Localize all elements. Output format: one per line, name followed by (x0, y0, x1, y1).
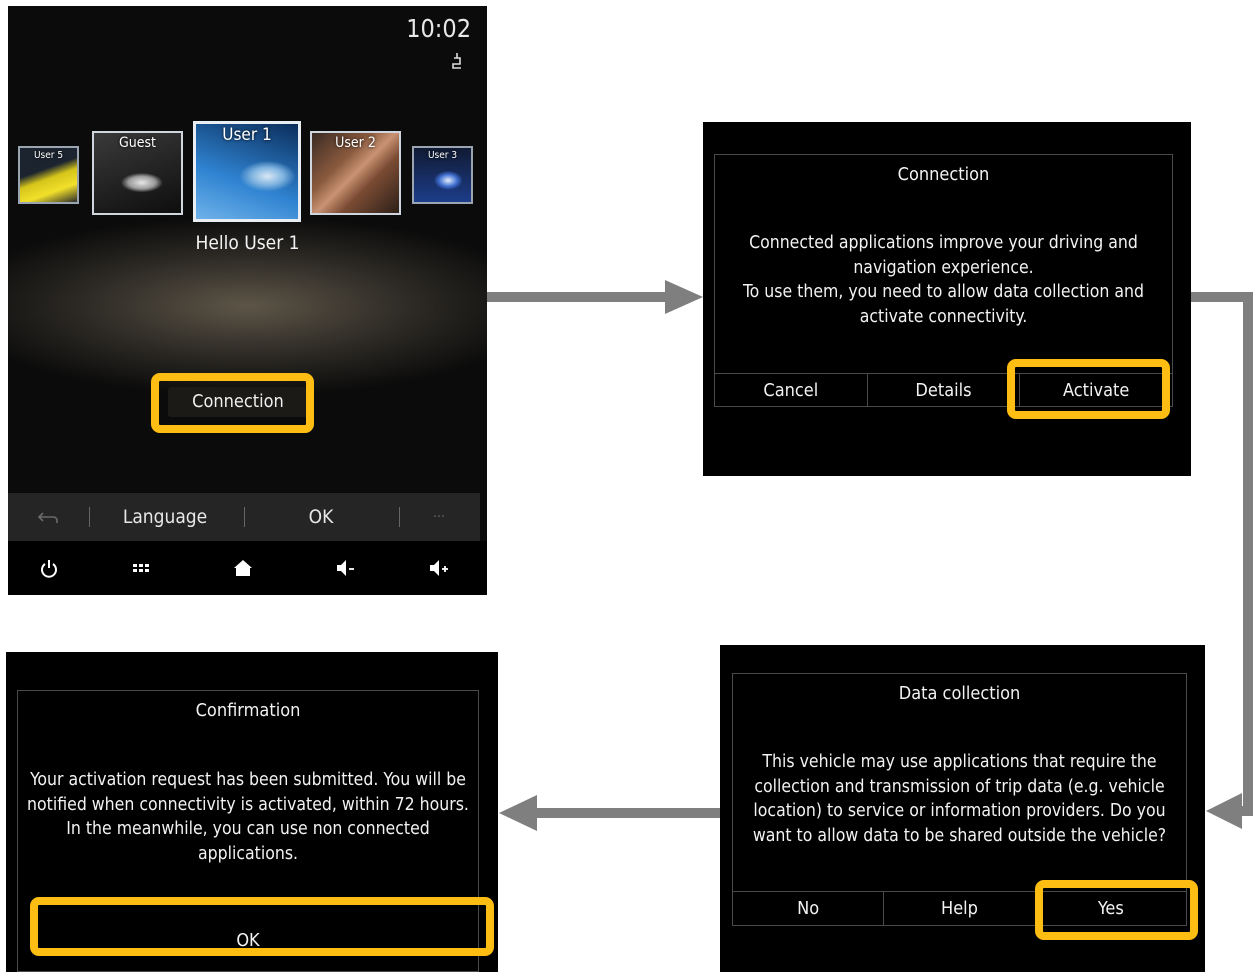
arrow-head (665, 280, 703, 314)
dialog-title: Data collection (898, 683, 1021, 704)
volume-down-icon[interactable] (331, 555, 361, 581)
more-options-icon[interactable]: ··· (408, 493, 470, 541)
home-screen: 10:02 User 5 Guest User 1 User 2 User 3 … (8, 6, 487, 595)
profile-card-user3[interactable]: User 3 (412, 146, 473, 204)
arrow-shaft (1238, 806, 1253, 816)
profile-card-user2[interactable]: User 2 (310, 131, 401, 215)
profile-card-guest[interactable]: Guest (92, 131, 183, 215)
details-button[interactable]: Details (868, 374, 1021, 407)
arrow-head (499, 795, 537, 831)
seat-icon (451, 52, 463, 74)
arrow-shaft (532, 808, 720, 818)
clock: 10:02 (406, 14, 471, 43)
highlight-frame (1035, 880, 1198, 940)
greeting: Hello User 1 (195, 232, 300, 254)
highlight-frame (1007, 359, 1170, 419)
profile-card-user1[interactable]: User 1 (193, 121, 301, 222)
data-collection-screen: Data collection This vehicle may use app… (720, 645, 1205, 972)
confirmation-screen: Confirmation Your activation request has… (6, 652, 498, 972)
arrow-shaft (1191, 292, 1253, 302)
grid-menu-icon[interactable] (126, 555, 156, 581)
arrow-shaft (1243, 292, 1253, 816)
highlight-frame (30, 897, 494, 956)
divider (89, 507, 90, 527)
arrow-shaft (487, 292, 669, 302)
help-button[interactable]: Help (884, 892, 1036, 926)
cancel-button[interactable]: Cancel (715, 374, 868, 407)
divider (399, 507, 400, 527)
profile-card-user5[interactable]: User 5 (18, 146, 79, 204)
divider (244, 507, 245, 527)
home-icon[interactable] (228, 555, 258, 581)
context-menu-bar: Language OK ··· (8, 493, 480, 541)
dialog-message: This vehicle may use applications that r… (752, 752, 1167, 846)
bottom-nav-bar (8, 541, 487, 595)
dialog-message: Connected applications improve your driv… (743, 233, 1144, 327)
back-icon[interactable] (28, 493, 68, 541)
dialog-title: Connection (897, 164, 990, 185)
dialog-message: Your activation request has been submitt… (27, 770, 469, 864)
highlight-frame (151, 373, 314, 433)
connection-screen: Connection Connected applications improv… (703, 122, 1191, 476)
power-icon[interactable] (34, 555, 64, 581)
language-button[interactable]: Language (100, 493, 230, 541)
ok-button[interactable]: OK (254, 493, 388, 541)
volume-up-icon[interactable] (424, 555, 454, 581)
arrow-head (1206, 793, 1242, 829)
no-button[interactable]: No (733, 892, 885, 926)
dialog-title: Confirmation (195, 700, 301, 721)
